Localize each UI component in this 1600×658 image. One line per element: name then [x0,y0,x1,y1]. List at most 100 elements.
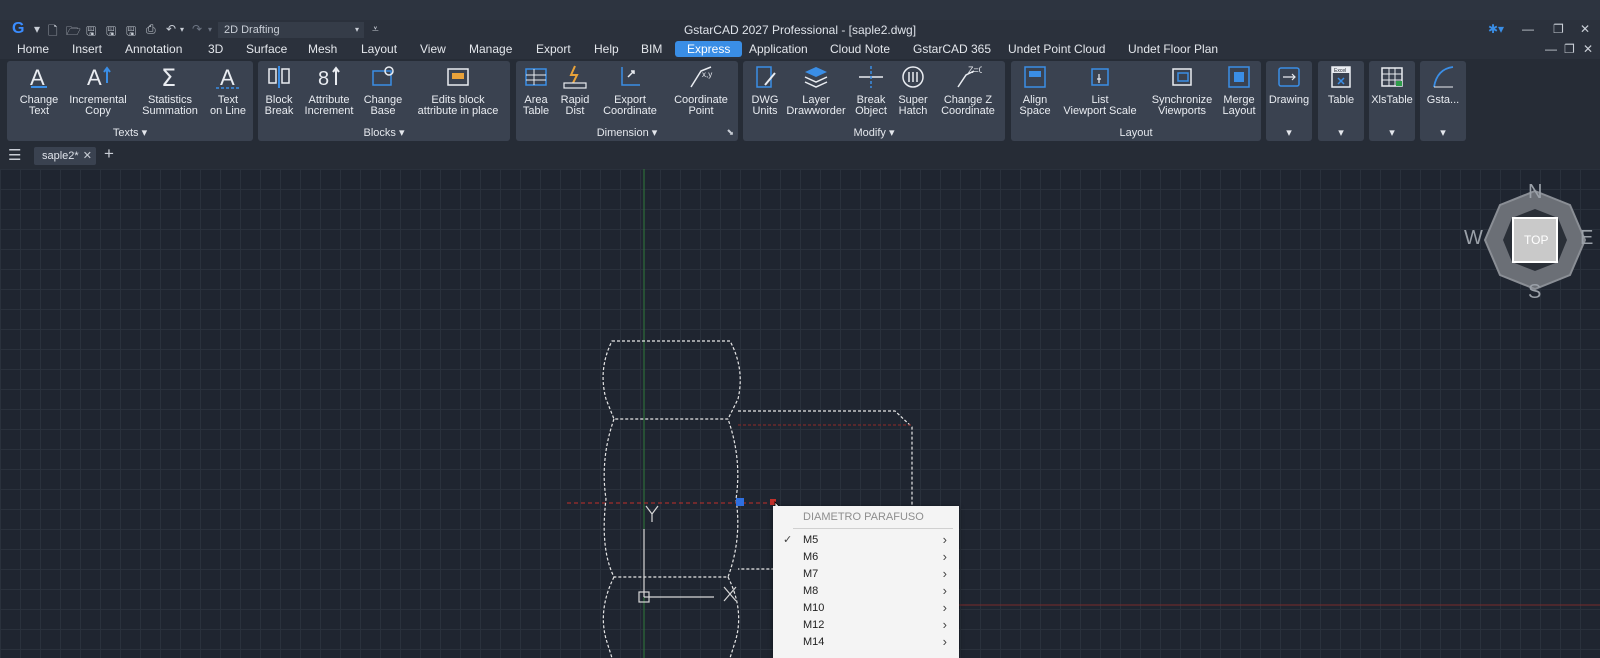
compass-south[interactable]: S [1528,281,1541,304]
xlstable-button[interactable]: XlsTable [1369,63,1415,106]
compass-north[interactable]: N [1528,181,1542,204]
chevron-right-icon: › [942,549,947,564]
panel-gsta: Gsta... ▾ [1420,61,1466,141]
menu-undet-point-cloud[interactable]: Undet Point Cloud [1008,42,1105,56]
restore-icon[interactable]: ❐ [1553,22,1564,36]
change-z-coordinate-button[interactable]: Z=0 Change Z Coordinate [933,63,1003,117]
redo-icon[interactable]: ↷ [192,22,202,36]
hamburger-menu-icon[interactable]: ☰ [8,146,21,164]
menu-item-m5[interactable]: ✓ M5 › [773,532,959,549]
dwg-units-button[interactable]: DWG Units [745,63,785,117]
customize-quick-access-icon[interactable]: ⩡ [372,22,379,37]
compass-west[interactable]: W [1464,227,1483,250]
menu-help[interactable]: Help [594,42,619,56]
area-table-button[interactable]: Area Table [518,63,554,117]
menu-item-label: M14 [803,636,825,648]
view-cube[interactable]: N S E W TOP [1464,181,1600,313]
menu-application[interactable]: Application [749,42,808,56]
doc-minimize-icon[interactable]: — [1545,42,1557,56]
new-tab-plus-icon[interactable]: + [104,144,114,164]
menu-bim[interactable]: BIM [641,42,662,56]
statistics-summation-button[interactable]: Σ Statistics Summation [135,63,205,117]
menu-express[interactable]: Express [675,41,743,57]
menu-layout[interactable]: Layout [361,42,397,56]
drawing-button[interactable]: Drawing [1266,63,1312,106]
chevron-down-icon[interactable]: ▾ [1369,126,1415,139]
undo-dropdown-icon[interactable]: ▾ [180,25,184,34]
chevron-down-icon[interactable]: ▾ [1318,126,1364,139]
text-on-line-button[interactable]: A Text on Line [205,63,251,117]
change-base-button[interactable]: Change Base [358,63,408,117]
export-coordinate-button[interactable]: Export Coordinate [594,63,666,117]
menu-export[interactable]: Export [536,42,571,56]
list-viewport-scale-icon [1086,63,1114,91]
compass-east[interactable]: E [1580,227,1593,250]
panel-label-blocks[interactable]: Blocks ▾ [258,126,510,139]
menu-surface[interactable]: Surface [246,42,287,56]
incremental-copy-button[interactable]: A Incremental Copy [63,63,133,117]
table-button[interactable]: Excel Table [1318,63,1364,106]
list-viewport-scale-button[interactable]: List Viewport Scale [1057,63,1143,117]
panel-label-modify[interactable]: Modify ▾ [743,126,1005,139]
doc-restore-icon[interactable]: ❐ [1564,42,1575,56]
menu-gstarcad-365[interactable]: GstarCAD 365 [913,42,991,56]
chevron-down-icon[interactable]: ▾ [1266,126,1312,139]
app-logo-icon[interactable]: G [12,21,28,37]
minimize-icon[interactable]: — [1522,22,1534,36]
attribute-increment-button[interactable]: 8 Attribute Increment [300,63,358,117]
print-icon[interactable]: ⎙ [146,22,156,37]
merge-layout-button[interactable]: Merge Layout [1217,63,1261,117]
menu-item-m8[interactable]: M8 › [773,583,959,600]
panel-label-dimension[interactable]: Dimension ▾ [516,126,738,139]
break-object-button[interactable]: Break Object [849,63,893,117]
close-tab-icon[interactable]: ✕ [83,147,92,165]
tool-label: Viewports [1157,105,1207,117]
menu-insert[interactable]: Insert [72,42,102,56]
menu-annotation[interactable]: Annotation [125,42,182,56]
menu-item-m14[interactable]: M14 › [773,634,959,651]
undo-icon[interactable]: ↶ [166,22,176,36]
block-break-button[interactable]: Block Break [258,63,300,117]
menu-undet-floor-plan[interactable]: Undet Floor Plan [1128,42,1218,56]
panel-label-texts[interactable]: Texts ▾ [7,126,253,139]
menu-item-m10[interactable]: M10 › [773,600,959,617]
menu-home[interactable]: Home [17,42,49,56]
redo-dropdown-icon[interactable]: ▾ [208,25,212,34]
panel-launcher-icon[interactable]: ⬊ [726,127,734,138]
menu-item-m7[interactable]: M7 › [773,566,959,583]
close-icon[interactable]: ✕ [1580,22,1590,36]
menu-view[interactable]: View [420,42,446,56]
workspace-select[interactable]: 2D Drafting ▾ [218,22,364,38]
super-hatch-button[interactable]: Super Hatch [893,63,933,117]
doc-close-icon[interactable]: ✕ [1583,42,1593,56]
tool-label: Hatch [898,105,928,117]
change-text-button[interactable]: A Change Text [9,63,69,117]
workspace-value: 2D Drafting [224,24,280,36]
edits-block-attribute-button[interactable]: Edits block attribute in place [408,63,508,117]
synchronize-viewports-button[interactable]: Synchronize Viewports [1145,63,1219,117]
menu-3d[interactable]: 3D [208,42,223,56]
viewcube-face-top[interactable]: TOP [1524,233,1548,247]
panel-blocks: Block Break 8 Attribute Increment Change Ba… [258,61,510,141]
settings-snowflake-icon[interactable]: ✱▾ [1488,22,1504,36]
app-menu-arrow-icon[interactable]: ▾ [34,22,40,36]
gsta-button[interactable]: Gsta... [1420,63,1466,106]
layer-drawworder-button[interactable]: Layer Drawworder [783,63,849,117]
grip-point [736,498,744,506]
menu-manage[interactable]: Manage [469,42,512,56]
tool-label: Increment [304,105,354,117]
menu-item-m12[interactable]: M12 › [773,617,959,634]
panel-texts: A Change Text A Incremental Copy Σ Statist… [7,61,253,141]
rapid-dist-button[interactable]: Rapid Dist [556,63,594,117]
chevron-down-icon[interactable]: ▾ [1420,126,1466,139]
context-menu-header: DIAMETRO PARAFUSO [803,511,924,523]
menu-item-m6[interactable]: M6 › [773,549,959,566]
synchronize-viewports-icon [1168,63,1196,91]
check-icon: ✓ [783,534,793,546]
coordinate-point-button[interactable]: x,y Coordinate Point [666,63,736,117]
document-tab[interactable]: saple2* ✕ [34,147,96,165]
menu-cloud-note[interactable]: Cloud Note [830,42,890,56]
menu-mesh[interactable]: Mesh [308,42,337,56]
layer-stack-icon [802,63,830,91]
align-space-button[interactable]: Align Space [1013,63,1057,117]
